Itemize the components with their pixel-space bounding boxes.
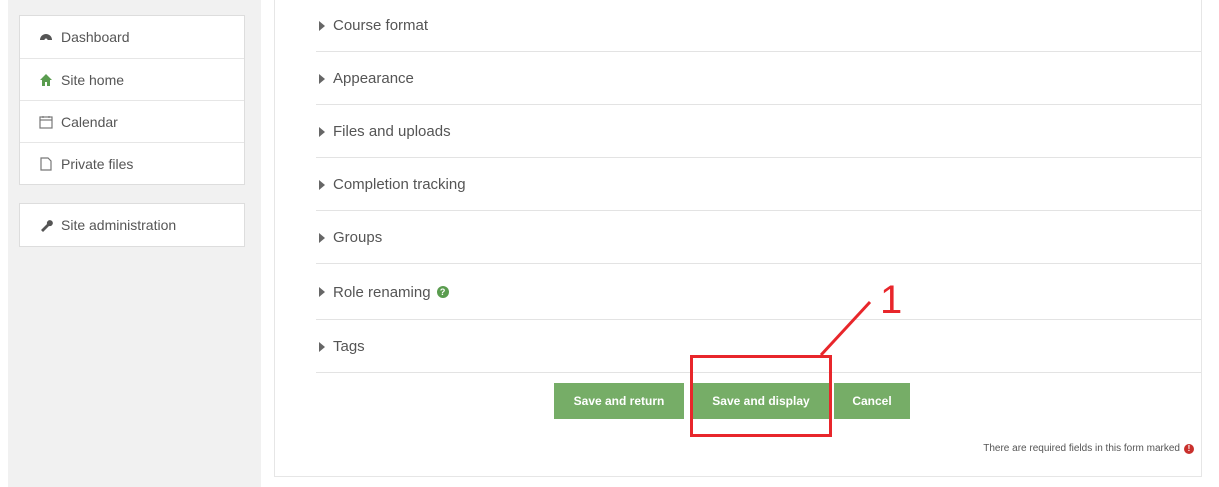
annotation-arrow-line — [819, 300, 872, 357]
annotation-number: 1 — [880, 278, 903, 322]
